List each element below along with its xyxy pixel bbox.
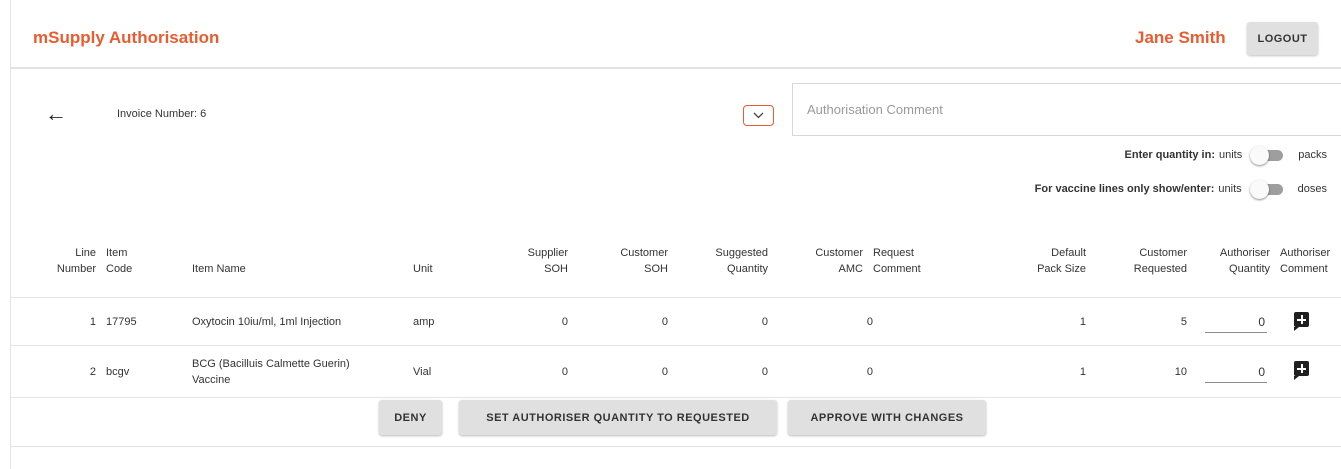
authorisation-comment-box bbox=[792, 83, 1341, 136]
quantity-unit-toggle-row: Enter quantity in: units packs bbox=[1125, 145, 1327, 165]
customer-requested: 5 bbox=[1180, 316, 1187, 328]
vaccine-unit-label: For vaccine lines only show/enter: bbox=[1034, 183, 1215, 195]
item-name: Oxytocin 10iu/ml, 1ml Injection bbox=[192, 316, 342, 328]
approve-with-changes-button[interactable]: APPROVE WITH CHANGES bbox=[788, 400, 986, 435]
add-comment-icon[interactable] bbox=[1294, 361, 1309, 380]
unit: Vial bbox=[413, 366, 432, 378]
header-request-comment: Request Comment bbox=[873, 247, 921, 275]
quantity-units-option: units bbox=[1219, 149, 1243, 161]
header-default-pack-size: Default Pack Size bbox=[1037, 247, 1086, 275]
authorisation-comment-input[interactable] bbox=[807, 98, 1327, 120]
quantity-unit-switch[interactable] bbox=[1250, 145, 1286, 165]
unit: amp bbox=[413, 316, 435, 328]
header-customer-amc: Customer AMC bbox=[815, 247, 863, 275]
authoriser-quantity-input[interactable] bbox=[1205, 311, 1267, 333]
chevron-down-icon bbox=[753, 112, 764, 119]
customer-amc: 0 bbox=[866, 316, 873, 328]
authorisation-lines-table: Line Number Item Code Item Name Unit Suppl… bbox=[11, 240, 1341, 398]
customer-soh: 0 bbox=[661, 316, 668, 328]
line-number: 2 bbox=[89, 366, 96, 378]
switch-thumb bbox=[1250, 146, 1270, 165]
invoice-number-label: Invoice Number: bbox=[117, 108, 198, 120]
header-unit: Unit bbox=[413, 263, 433, 275]
deny-button[interactable]: DENY bbox=[379, 400, 442, 435]
customer-soh: 0 bbox=[661, 366, 668, 378]
user-name: Jane Smith bbox=[1135, 28, 1226, 47]
table-header-row: Line Number Item Code Item Name Unit Suppl… bbox=[11, 240, 1341, 298]
supplier-soh: 0 bbox=[561, 366, 568, 378]
back-arrow-icon[interactable]: ← bbox=[45, 103, 67, 125]
header-line-number: Line Number bbox=[56, 247, 96, 275]
comment-expand-button[interactable] bbox=[743, 105, 774, 126]
logout-button[interactable]: LOGOUT bbox=[1247, 22, 1318, 55]
table-row: 1 17795 Oxytocin 10iu/ml, 1ml Injection … bbox=[11, 298, 1341, 346]
invoice-number-value: 6 bbox=[200, 108, 207, 120]
item-code: bcgv bbox=[106, 366, 130, 378]
item-code: 17795 bbox=[106, 316, 137, 328]
action-bar: DENY SET AUTHORISER QUANTITY TO REQUESTE… bbox=[11, 397, 1341, 447]
header-item-code: Item Code bbox=[106, 247, 133, 275]
set-quantity-to-requested-button[interactable]: SET AUTHORISER QUANTITY TO REQUESTED bbox=[459, 400, 777, 435]
header-supplier-soh: Supplier SOH bbox=[527, 247, 568, 275]
customer-amc: 0 bbox=[866, 366, 873, 378]
switch-thumb bbox=[1249, 180, 1269, 199]
vaccine-unit-switch[interactable] bbox=[1249, 179, 1286, 199]
suggested-quantity: 0 bbox=[761, 366, 768, 378]
header-suggested-quantity: Suggested Quantity bbox=[715, 247, 768, 275]
item-name: BCG (Bacilluis Calmette Guerin) Vaccine bbox=[192, 358, 350, 386]
header-authoriser-quantity: Authoriser Quantity bbox=[1219, 247, 1270, 275]
add-comment-icon[interactable] bbox=[1294, 312, 1309, 331]
vaccine-units-option: units bbox=[1218, 183, 1242, 195]
table-row: 2 bcgv BCG (Bacilluis Calmette Guerin) Va… bbox=[11, 346, 1341, 398]
vaccine-unit-toggle-row: For vaccine lines only show/enter: units… bbox=[1035, 179, 1327, 199]
header-authoriser-comment: Authoriser Comment bbox=[1280, 247, 1331, 275]
app-title: mSupply Authorisation bbox=[33, 28, 220, 47]
default-pack-size: 1 bbox=[1079, 366, 1086, 378]
quantity-unit-label: Enter quantity in: bbox=[1124, 149, 1215, 161]
authoriser-quantity-input[interactable] bbox=[1205, 361, 1267, 383]
invoice-number: Invoice Number: 6 bbox=[117, 108, 206, 120]
supplier-soh: 0 bbox=[561, 316, 568, 328]
header-customer-requested: Customer Requested bbox=[1133, 247, 1187, 275]
vaccine-doses-option: doses bbox=[1297, 183, 1327, 195]
app-header: mSupply Authorisation Jane Smith LOGOUT bbox=[11, 0, 1341, 69]
line-number: 1 bbox=[89, 316, 96, 328]
header-customer-soh: Customer SOH bbox=[620, 247, 668, 275]
quantity-packs-option: packs bbox=[1298, 149, 1327, 161]
header-item-name: Item Name bbox=[192, 263, 246, 275]
customer-requested: 10 bbox=[1174, 366, 1187, 378]
suggested-quantity: 0 bbox=[761, 316, 768, 328]
default-pack-size: 1 bbox=[1079, 316, 1086, 328]
